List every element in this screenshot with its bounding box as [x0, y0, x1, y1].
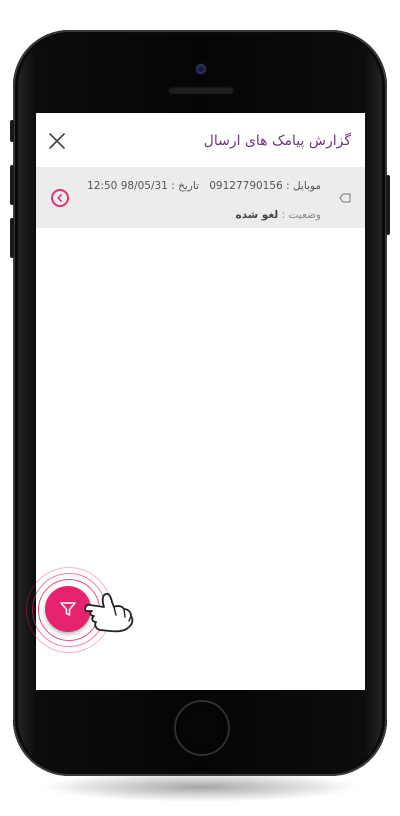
status-value: لغو شده: [235, 209, 279, 221]
mobile-value: 09127790156: [209, 180, 283, 192]
page-title: گزارش پیامک های ارسال: [203, 133, 351, 149]
close-icon[interactable]: [48, 132, 66, 150]
time-value: 12:50: [87, 180, 118, 192]
item-detail-button[interactable]: [51, 189, 69, 207]
silent-switch: [10, 120, 14, 142]
status-field: وضعیت : لغو شده: [236, 209, 321, 221]
earpiece-speaker: [168, 86, 234, 94]
pointing-hand-icon: [84, 592, 134, 633]
chevron-left-circle-icon: [57, 194, 62, 202]
phone-shadow: [40, 772, 360, 802]
tag-icon: [339, 193, 351, 203]
volume-down-button: [10, 218, 14, 258]
home-button[interactable]: [174, 700, 230, 756]
date-field: تاریخ : 98/05/31 12:50: [87, 180, 199, 192]
date-label: تاریخ :: [171, 180, 199, 192]
mobile-field: موبایل : 09127790156: [209, 180, 321, 192]
mobile-label: موبایل :: [286, 180, 321, 192]
date-value: 98/05/31: [120, 180, 168, 192]
power-button: [386, 175, 390, 235]
volume-up-button: [10, 165, 14, 205]
sms-report-item[interactable]: موبایل : 09127790156 تاریخ : 98/05/31 12…: [36, 167, 365, 228]
status-label: وضعیت :: [281, 209, 321, 221]
app-header: گزارش پیامک های ارسال: [36, 113, 365, 167]
filter-icon: [60, 602, 76, 616]
front-camera: [196, 64, 206, 74]
